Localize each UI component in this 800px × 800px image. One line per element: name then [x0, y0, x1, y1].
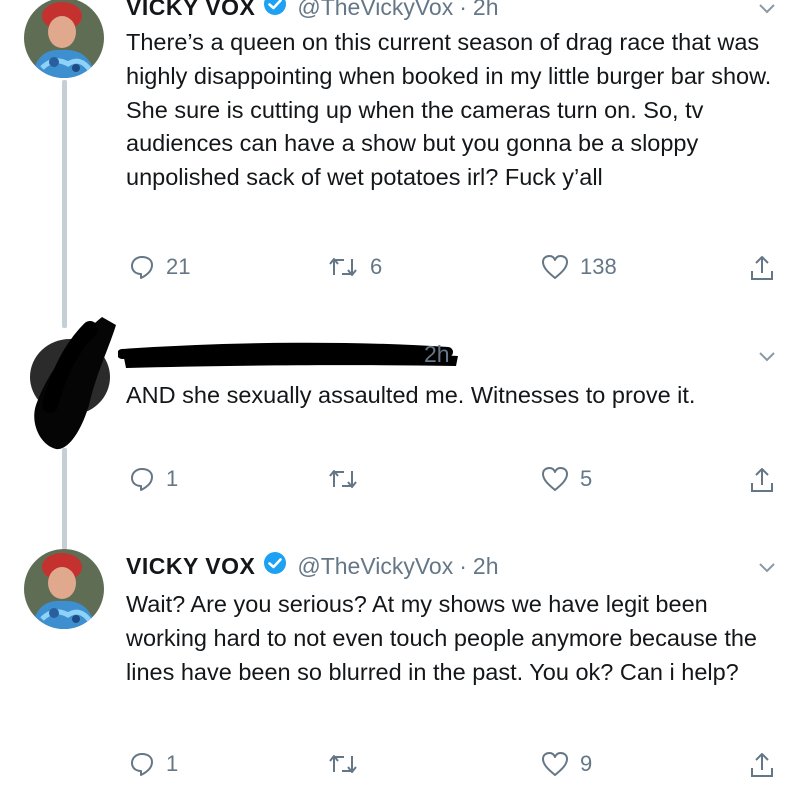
avatar-vicky-vox[interactable] [24, 549, 104, 629]
avatar-vicky-vox[interactable] [24, 0, 104, 78]
tweet-text: There’s a queen on this current season o… [126, 29, 772, 191]
reply-button[interactable]: 1 [128, 750, 178, 778]
verified-badge-icon [263, 0, 287, 22]
timestamp[interactable]: 2h [473, 553, 499, 580]
tweet-actions: 1 9 [0, 750, 800, 784]
timestamp[interactable]: 2h [473, 0, 499, 21]
retweet-icon [329, 755, 357, 773]
retweet-button[interactable]: 6 [326, 253, 382, 281]
display-name[interactable]: VICKY VOX [126, 0, 255, 21]
retweet-count: 6 [370, 254, 383, 279]
tweet-actions: 21 6 138 [0, 253, 800, 287]
like-button[interactable]: 5 [540, 465, 592, 493]
heart-icon [542, 255, 568, 279]
separator-dot: · [459, 0, 467, 20]
heart-icon [542, 752, 568, 776]
reply-count: 1 [166, 751, 179, 776]
heart-icon [542, 467, 568, 491]
handle[interactable]: @TheVickyVox [297, 0, 453, 21]
tweet-2[interactable]: 2h AND she sexually assaulted me. Witnes… [0, 300, 800, 525]
redacted-avatar-scribble [10, 305, 130, 460]
retweet-button[interactable] [326, 750, 370, 778]
retweet-icon [329, 470, 357, 488]
chevron-down-icon[interactable] [758, 350, 776, 368]
retweet-button[interactable] [326, 465, 370, 493]
tweet-text: Wait? Are you serious? At my shows we ha… [126, 591, 758, 685]
tweet-header: VICKY VOX @TheVickyVox · 2h [126, 0, 499, 22]
like-count: 5 [580, 466, 593, 491]
tweet-3[interactable]: VICKY VOX @TheVickyVox · 2h Wait? Are yo… [0, 525, 800, 800]
chevron-down-icon[interactable] [758, 561, 776, 579]
reply-button[interactable]: 21 [128, 253, 190, 281]
like-button[interactable]: 138 [540, 253, 617, 281]
reply-icon [131, 753, 153, 776]
like-count: 138 [580, 254, 617, 279]
timestamp[interactable]: 2h [424, 341, 450, 368]
verified-badge-icon [263, 551, 287, 581]
share-button[interactable] [748, 253, 776, 283]
retweet-icon [329, 258, 357, 276]
reply-count: 1 [166, 466, 179, 491]
tweet-header: VICKY VOX @TheVickyVox · 2h [126, 551, 499, 581]
reply-icon [131, 468, 153, 491]
like-count: 9 [580, 751, 593, 776]
handle[interactable]: @TheVickyVox [297, 553, 453, 580]
reply-count: 21 [166, 254, 191, 279]
reply-icon [131, 256, 153, 279]
redacted-name-scribble [117, 340, 463, 377]
share-icon [751, 753, 773, 777]
tweet-header: 2h [424, 341, 450, 368]
display-name[interactable]: VICKY VOX [126, 553, 255, 580]
reply-button[interactable]: 1 [128, 465, 178, 493]
tweet-text: AND she sexually assaulted me. Witnesses… [126, 382, 696, 408]
tweet-1[interactable]: VICKY VOX @TheVickyVox · 2h There’s a qu… [0, 0, 800, 300]
separator-dot: · [459, 552, 467, 579]
chevron-down-icon[interactable] [758, 2, 776, 20]
like-button[interactable]: 9 [540, 750, 592, 778]
share-button[interactable] [748, 465, 776, 495]
tweet-actions: 1 5 [0, 465, 800, 499]
share-icon [751, 256, 773, 280]
share-button[interactable] [748, 750, 776, 780]
share-icon [751, 468, 773, 492]
